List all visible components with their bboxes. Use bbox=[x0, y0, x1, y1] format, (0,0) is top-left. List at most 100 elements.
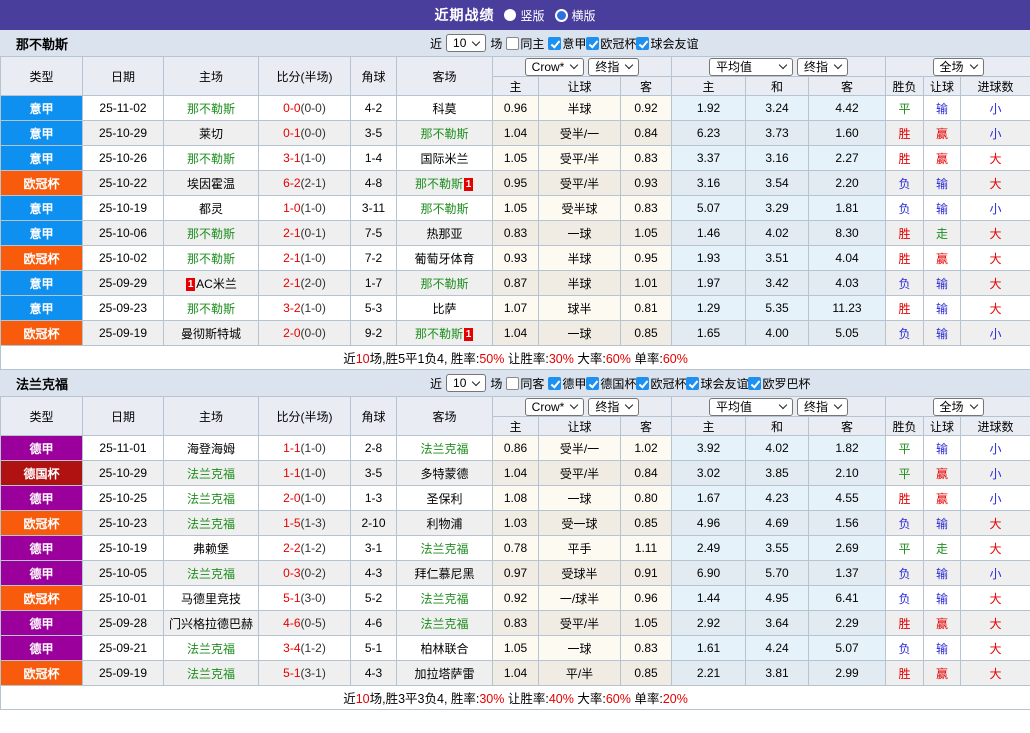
odds-away: 1.05 bbox=[620, 220, 672, 246]
corner-score: 4-8 bbox=[350, 170, 397, 196]
league-checkbox[interactable]: 德甲 bbox=[548, 375, 586, 392]
league-checkbox[interactable]: 欧罗巴杯 bbox=[748, 375, 810, 392]
match-count-select[interactable]: 10 bbox=[446, 34, 487, 52]
avg-home-odds: 2.21 bbox=[671, 660, 746, 686]
radio-unselected-icon bbox=[554, 8, 568, 22]
league-checkbox[interactable]: 球会友谊 bbox=[686, 375, 748, 392]
corner-score: 4-3 bbox=[350, 660, 397, 686]
avg-home-odds: 1.67 bbox=[671, 485, 746, 511]
chevron-down-icon bbox=[570, 60, 579, 70]
result-goals: 小 bbox=[959, 195, 1030, 221]
summary-row: 近10场,胜5平1负4, 胜率:50% 让胜率:30% 大率:60% 单率:60… bbox=[0, 345, 1030, 370]
team-link: 多特蒙德 bbox=[420, 466, 469, 481]
fulltime-select[interactable]: 全场 bbox=[932, 397, 984, 416]
match-row: 欧冠杯 25-09-19 法兰克福 5-1(3-1) 4-3 加拉塔萨雷 1.04 平/半 0.… bbox=[0, 660, 1030, 686]
away-team: 科莫 bbox=[396, 95, 493, 121]
result-outcome: 平 bbox=[885, 435, 924, 461]
match-row: 德甲 25-10-05 法兰克福 0-3(0-2) 4-3 拜仁慕尼黑 0.97 受球半 0.9… bbox=[0, 560, 1030, 586]
home-team: 那不勒斯 bbox=[163, 95, 259, 121]
chevron-down-icon bbox=[969, 60, 978, 70]
match-count-value: 10 bbox=[453, 376, 467, 390]
odds-home: 1.07 bbox=[492, 295, 539, 321]
score-halftime: (0-5) bbox=[300, 616, 326, 630]
avg-away-odds: 4.42 bbox=[808, 95, 886, 121]
home-team: 都灵 bbox=[163, 195, 259, 221]
same-venue-checkbox[interactable]: 同客 bbox=[506, 375, 544, 392]
odds-home: 0.83 bbox=[492, 610, 539, 636]
average-select[interactable]: 平均值 bbox=[708, 57, 793, 76]
match-score: 2-0(0-0) bbox=[258, 320, 351, 346]
team-link: 法兰克福 bbox=[420, 541, 469, 556]
filter-row: 法兰克福 近 10 场 同客 德甲 德国杯 欧冠杯 球会友谊 欧罗巴杯 bbox=[0, 370, 1030, 396]
average-select[interactable]: 平均值 bbox=[708, 397, 793, 416]
match-score: 0-3(0-2) bbox=[258, 560, 351, 586]
score-halftime: (2-0) bbox=[300, 276, 326, 290]
league-checkbox[interactable]: 德国杯 bbox=[586, 375, 636, 392]
sub-column-header: 进球数 bbox=[959, 416, 1030, 436]
corner-score: 5-3 bbox=[350, 295, 397, 321]
results-table: 类型 日期 主场 比分(半场) 角球 客场 Crow* 终指 平均值 终指 全场… bbox=[0, 56, 1030, 370]
corner-score: 3-1 bbox=[350, 535, 397, 561]
final-odds-select[interactable]: 终指 bbox=[588, 397, 640, 416]
result-goals: 小 bbox=[959, 435, 1030, 461]
bookmaker-select[interactable]: Crow* bbox=[524, 397, 585, 416]
match-score: 0-1(0-0) bbox=[258, 120, 351, 146]
odds-handicap: 一球 bbox=[538, 220, 621, 246]
avg-away-odds: 2.29 bbox=[808, 610, 886, 636]
league-badge: 意甲 bbox=[0, 195, 83, 221]
odds-handicap: 受半/一 bbox=[538, 120, 621, 146]
league-checkbox[interactable]: 欧冠杯 bbox=[636, 375, 686, 392]
league-badge: 欧冠杯 bbox=[0, 245, 83, 271]
same-venue-checkbox[interactable]: 同主 bbox=[506, 35, 544, 52]
match-date: 25-10-19 bbox=[82, 535, 164, 561]
corner-score: 1-3 bbox=[350, 485, 397, 511]
match-score: 2-1(1-0) bbox=[258, 245, 351, 271]
summary-segment: 30% bbox=[548, 352, 574, 366]
home-team: 1 AC米兰 bbox=[163, 270, 259, 296]
bookmaker-select[interactable]: Crow* bbox=[524, 57, 585, 76]
odds-away: 1.01 bbox=[620, 270, 672, 296]
fulltime-select[interactable]: 全场 bbox=[932, 57, 984, 76]
match-row: 德甲 25-10-25 法兰克福 2-0(1-0) 1-3 圣保利 1.08 一球 0.80 1.… bbox=[0, 485, 1030, 511]
summary-segment: 10 bbox=[355, 692, 370, 706]
result-outcome: 负 bbox=[885, 510, 924, 536]
team-link: 门兴格拉德巴赫 bbox=[168, 616, 253, 631]
match-row: 德甲 25-09-28 门兴格拉德巴赫 4-6(0-5) 4-6 法兰克福 0.83 受平/半… bbox=[0, 610, 1030, 636]
final-odds-select-2[interactable]: 终指 bbox=[796, 57, 848, 76]
layout-radio-horizontal[interactable]: 横版 bbox=[554, 7, 596, 24]
score-halftime: (1-0) bbox=[300, 491, 326, 505]
league-checkbox[interactable]: 意甲 bbox=[548, 35, 586, 52]
league-checkbox[interactable]: 欧冠杯 bbox=[586, 35, 636, 52]
layout-radio-vertical[interactable]: 竖版 bbox=[504, 7, 545, 24]
result-handicap: 输 bbox=[923, 635, 961, 661]
home-team: 马德里竞技 bbox=[163, 585, 259, 611]
chevron-down-icon bbox=[778, 400, 788, 410]
checkbox-checked-icon bbox=[686, 376, 700, 390]
avg-away-odds: 1.56 bbox=[808, 510, 886, 536]
score-halftime: (1-0) bbox=[300, 201, 326, 215]
match-date: 25-11-01 bbox=[82, 435, 164, 461]
league-checkbox-label: 德国杯 bbox=[600, 376, 637, 391]
odds-away: 0.92 bbox=[620, 95, 672, 121]
sub-column-header: 客 bbox=[620, 76, 672, 96]
result-handicap: 赢 bbox=[923, 245, 961, 271]
odds-away: 0.84 bbox=[620, 460, 672, 486]
score-halftime: (0-0) bbox=[300, 126, 326, 140]
final-odds-select[interactable]: 终指 bbox=[588, 57, 640, 76]
match-count-select[interactable]: 10 bbox=[446, 374, 487, 392]
odds-home: 1.04 bbox=[492, 460, 539, 486]
avg-draw-odds: 3.64 bbox=[745, 610, 809, 636]
odds-home: 1.05 bbox=[492, 195, 539, 221]
league-checkbox[interactable]: 球会友谊 bbox=[636, 35, 698, 52]
column-header: 日期 bbox=[82, 396, 164, 436]
team-link: 法兰克福 bbox=[420, 616, 469, 631]
odds-home: 1.08 bbox=[492, 485, 539, 511]
final-odds-select-2[interactable]: 终指 bbox=[796, 397, 848, 416]
home-team: 法兰克福 bbox=[163, 510, 259, 536]
result-outcome: 平 bbox=[885, 95, 924, 121]
corner-score: 5-2 bbox=[350, 585, 397, 611]
chevron-down-icon bbox=[625, 400, 634, 410]
odds-handicap: 平手 bbox=[538, 535, 621, 561]
sub-column-header: 客 bbox=[808, 416, 886, 436]
sub-column-header: 胜负 bbox=[885, 416, 924, 436]
